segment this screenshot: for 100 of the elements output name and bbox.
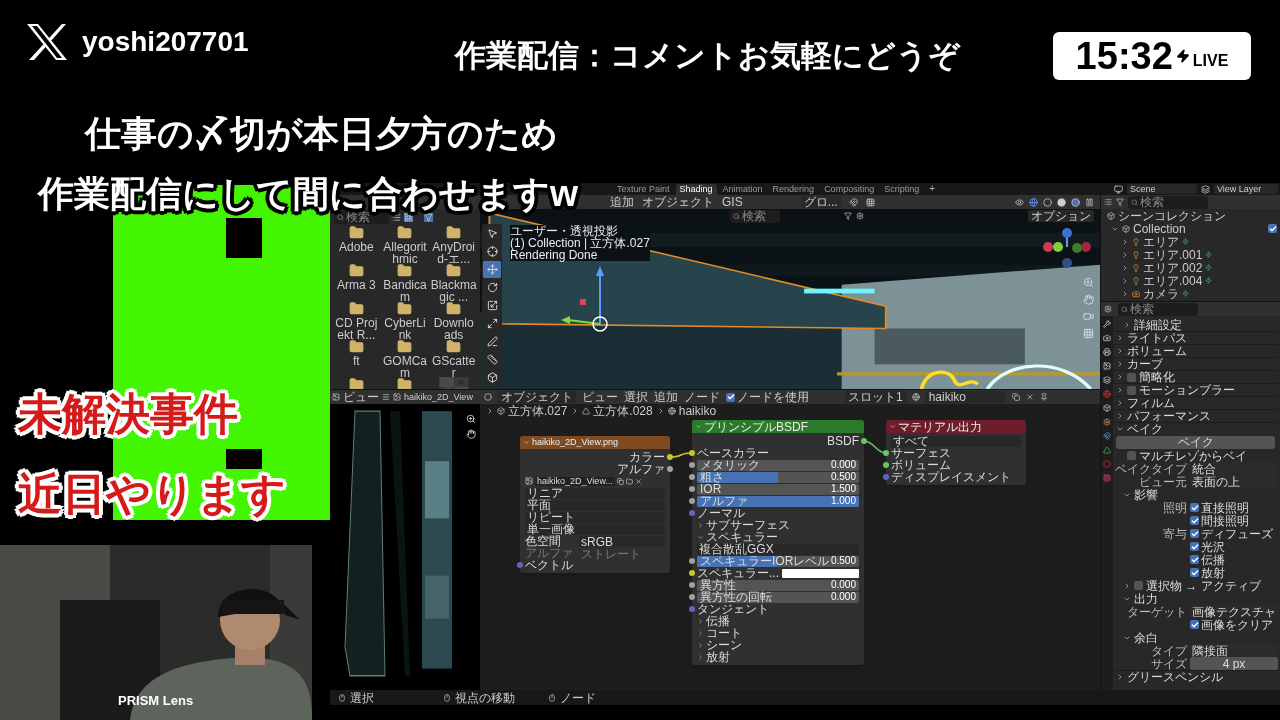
data-icon[interactable] bbox=[1205, 264, 1213, 271]
chevron-right-icon[interactable] bbox=[697, 521, 704, 529]
checkbox-label[interactable]: ノードを使用 bbox=[737, 391, 809, 403]
file-item[interactable]: GOMCam bbox=[381, 339, 429, 377]
section-label[interactable]: 詳細設定 bbox=[1134, 318, 1182, 331]
checkbox-label[interactable]: ディフューズ bbox=[1201, 527, 1273, 540]
image-name-field[interactable]: haikiko_2D_View bbox=[404, 392, 473, 402]
chevron-down-icon[interactable] bbox=[523, 439, 530, 446]
tree-item[interactable]: エリア bbox=[1143, 235, 1179, 248]
file-item[interactable]: Bandicam bbox=[381, 263, 429, 301]
add-tab-button[interactable]: + bbox=[925, 184, 939, 194]
slider-field[interactable]: 粗さ 0.500 bbox=[697, 471, 859, 483]
file-item[interactable]: ft bbox=[333, 339, 380, 377]
editor-type-icon[interactable] bbox=[484, 393, 492, 401]
file-item[interactable]: Adobe bbox=[333, 225, 380, 263]
editor-type-icon[interactable] bbox=[1104, 305, 1112, 313]
layers-icon[interactable] bbox=[1201, 184, 1210, 194]
file-item[interactable]: Allegorithmic bbox=[381, 225, 429, 263]
workspace-tab[interactable]: Compositing bbox=[820, 183, 879, 195]
filter-icon[interactable] bbox=[1116, 198, 1124, 206]
section-label[interactable]: 簡略化 bbox=[1139, 371, 1175, 383]
data-icon[interactable] bbox=[1182, 238, 1189, 245]
tree-item[interactable]: エリア.001 bbox=[1143, 248, 1203, 261]
checkbox-label[interactable]: 伝播 bbox=[1201, 553, 1225, 566]
image-field[interactable]: haikiko_2D_View... bbox=[535, 476, 615, 486]
tree-item[interactable]: エリア.002 bbox=[1143, 261, 1203, 274]
workspace-tab[interactable]: Rendering bbox=[768, 183, 819, 195]
number-field[interactable]: 異方性の回転 0.000 bbox=[697, 591, 859, 603]
hand-icon[interactable] bbox=[466, 429, 476, 439]
checkbox[interactable] bbox=[1190, 542, 1199, 551]
number-field[interactable]: 4 px bbox=[1190, 657, 1278, 670]
section-label[interactable]: フィルム bbox=[1127, 397, 1175, 409]
checkbox-label[interactable]: 間接照明 bbox=[1201, 514, 1249, 527]
tree-item[interactable]: エリア.004 bbox=[1143, 274, 1203, 287]
display-mode-icon[interactable] bbox=[1104, 198, 1112, 206]
file-item[interactable]: AnyDroid-エ... bbox=[430, 225, 477, 263]
data-icon[interactable] bbox=[1205, 277, 1213, 284]
scene-field[interactable]: Scene bbox=[1127, 184, 1197, 194]
close-icon[interactable] bbox=[634, 477, 642, 485]
number-field[interactable]: メタリック 0.000 bbox=[697, 459, 859, 471]
panel-label[interactable]: 伝播 bbox=[706, 615, 730, 627]
section-label[interactable]: ボリューム bbox=[1127, 345, 1187, 357]
material-field[interactable]: haikiko bbox=[925, 391, 1006, 403]
checkbox[interactable] bbox=[1134, 581, 1143, 590]
dropdown[interactable]: リニア bbox=[525, 487, 665, 499]
slot-dropdown[interactable]: スロット1 bbox=[845, 391, 906, 403]
checkbox[interactable] bbox=[1190, 516, 1199, 525]
menu-item[interactable]: 追加 bbox=[610, 196, 634, 208]
menu-item[interactable]: GIS bbox=[722, 196, 743, 208]
color-swatch[interactable] bbox=[782, 568, 859, 578]
view-layer-field[interactable]: View Layer bbox=[1214, 184, 1278, 194]
checkbox[interactable] bbox=[1127, 451, 1136, 460]
panel-label[interactable]: シーン bbox=[706, 639, 742, 651]
properties-tab-icon[interactable] bbox=[1103, 418, 1111, 426]
section-label[interactable]: 影響 bbox=[1134, 488, 1158, 501]
checkbox[interactable] bbox=[1190, 529, 1199, 538]
menu-item[interactable]: ビュー bbox=[343, 391, 379, 403]
chevron-down-icon[interactable] bbox=[889, 423, 896, 430]
shader-node[interactable]: マテリアル出力 すべて サーフェス ボリューム ディスプレイスメント bbox=[886, 420, 1026, 485]
axis-gizmo-icon[interactable] bbox=[1042, 227, 1092, 269]
options-dropdown[interactable]: オプション bbox=[1028, 210, 1094, 222]
checkbox-label[interactable]: 画像をクリア bbox=[1201, 618, 1273, 631]
magnet-icon[interactable] bbox=[848, 197, 858, 207]
dropdown[interactable]: 複合散乱GGX bbox=[697, 543, 859, 555]
checkbox[interactable] bbox=[1127, 372, 1136, 382]
chevron-down-icon[interactable] bbox=[1116, 425, 1124, 433]
data-icon[interactable] bbox=[1205, 251, 1213, 258]
checkbox[interactable] bbox=[1268, 224, 1277, 233]
pin-icon[interactable] bbox=[1039, 393, 1048, 401]
dropdown[interactable]: すべて bbox=[891, 435, 1021, 447]
number-field[interactable]: IOR 1.500 bbox=[697, 483, 859, 495]
checkbox[interactable] bbox=[1190, 620, 1199, 629]
menu-item[interactable]: ビュー bbox=[582, 391, 618, 403]
editor-type-icon[interactable] bbox=[332, 393, 340, 401]
chevron-right-icon[interactable] bbox=[1116, 673, 1124, 681]
checkbox[interactable] bbox=[1127, 385, 1136, 395]
tree-item[interactable]: カメラ bbox=[1143, 287, 1179, 300]
tree-item[interactable]: シーンコレクション bbox=[1118, 209, 1226, 222]
folder-icon[interactable] bbox=[625, 477, 633, 485]
menu-item[interactable]: 選択 bbox=[624, 391, 648, 403]
data-icon[interactable] bbox=[1182, 290, 1189, 297]
section-label[interactable]: 選択物 → アクティブ bbox=[1146, 579, 1261, 592]
bake-button[interactable]: ベイク bbox=[1116, 435, 1275, 449]
section-label[interactable]: モーションブラー bbox=[1139, 384, 1235, 396]
grid-icon[interactable] bbox=[865, 197, 875, 207]
section-label[interactable]: ベイク bbox=[1127, 423, 1163, 435]
close-icon[interactable] bbox=[1025, 393, 1034, 401]
checkbox[interactable] bbox=[1190, 568, 1199, 577]
section-label[interactable]: 余白 bbox=[1134, 631, 1158, 644]
menu-icon[interactable] bbox=[382, 393, 390, 401]
material-icon[interactable] bbox=[911, 393, 920, 401]
workspace-tab[interactable]: Scripting bbox=[880, 183, 924, 195]
eye-icon[interactable] bbox=[1015, 197, 1024, 207]
chevron-down-icon[interactable] bbox=[697, 533, 704, 541]
panel-label[interactable]: 放射 bbox=[706, 651, 730, 663]
checkbox[interactable] bbox=[1190, 503, 1199, 512]
slider-field[interactable]: アルファ 1.000 bbox=[697, 495, 859, 507]
settings-icon[interactable] bbox=[856, 212, 864, 220]
panel-label[interactable]: スペキュラー bbox=[706, 531, 778, 543]
mode-dropdown[interactable]: オブジェクト bbox=[498, 391, 576, 403]
